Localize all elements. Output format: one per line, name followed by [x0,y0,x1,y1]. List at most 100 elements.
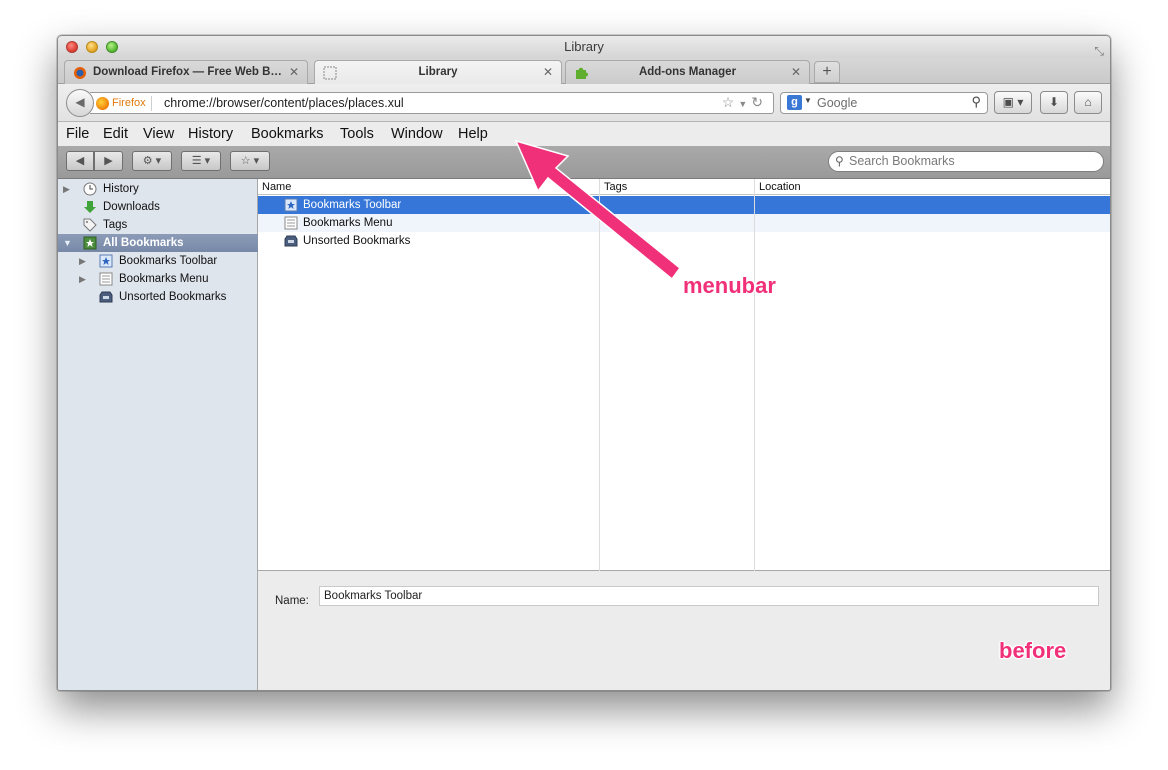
library-icon [323,66,337,80]
row-name: Unsorted Bookmarks [303,235,411,247]
column-header-tags[interactable]: Tags [600,179,755,195]
menu-history[interactable]: History [188,126,233,142]
sidebar-item-unsorted-bookmarks[interactable]: Unsorted Bookmarks [58,288,258,306]
menu-window[interactable]: Window [391,126,443,142]
bookmarks-icon: ▣ ▾ [1002,95,1024,109]
tab-addons-manager[interactable]: Add-ons Manager ✕ [565,60,810,84]
import-backup-button[interactable]: ☆ ▾ [230,151,270,171]
downloads-button[interactable]: ⬇ [1040,91,1068,114]
sidebar-item-downloads[interactable]: Downloads [58,198,258,216]
window-title: Library [564,39,604,54]
unsorted-bookmarks-icon [284,235,298,247]
sidebar-item-history[interactable]: ▶ History [58,180,258,198]
expand-twisty-icon[interactable]: ▶ [79,252,89,270]
history-dropdown-icon[interactable]: ▼ [738,99,751,109]
menu-bookmarks[interactable]: Bookmarks [251,126,324,142]
views-button[interactable]: ☰ ▾ [181,151,221,171]
url-bar[interactable]: Firefox chrome://browser/content/places/… [90,92,774,114]
search-bar[interactable]: g ▼ Google ⚲ [780,92,988,114]
back-button[interactable]: ◀ [66,89,94,117]
search-bookmarks-input[interactable]: ⚲ Search Bookmarks [828,151,1104,172]
tab-library[interactable]: Library ✕ [314,60,562,85]
title-bar: Library ⤡ [58,36,1110,58]
tab-download-firefox[interactable]: Download Firefox — Free Web B… ✕ [64,60,308,84]
column-header-location[interactable]: Location [755,179,1110,195]
close-tab-icon[interactable]: ✕ [289,61,299,83]
menu-tools[interactable]: Tools [340,126,374,142]
library-back-button[interactable]: ◀ [66,151,94,171]
details-pane: Name: Bookmarks Toolbar [258,572,1110,690]
places-sidebar: ▶ History Downloads Tags ▼ All Bookmarks… [58,179,258,690]
menu-edit[interactable]: Edit [103,126,128,142]
search-icon[interactable]: ⚲ [971,94,981,110]
name-field-label: Name: [275,595,309,607]
bookmarks-toolbar-icon [99,254,113,268]
puzzle-icon [576,67,588,79]
sidebar-item-tags[interactable]: Tags [58,216,258,234]
gear-icon: ⚙ ▾ [142,155,162,167]
name-field[interactable]: Bookmarks Toolbar [319,586,1099,606]
search-input[interactable]: Google [817,96,857,110]
close-tab-icon[interactable]: ✕ [791,61,801,83]
minimize-window-button[interactable] [86,41,98,53]
site-identity[interactable]: Firefox [96,96,152,111]
before-annotation: before [999,638,1067,663]
tab-label: Download Firefox — Free Web B… [93,66,282,78]
table-row[interactable]: Bookmarks Toolbar [258,196,1110,214]
sidebar-item-all-bookmarks[interactable]: ▼ All Bookmarks [58,234,258,252]
firefox-icon [74,67,86,79]
reload-icon[interactable]: ↻ [751,94,767,110]
sidebar-item-bookmarks-toolbar[interactable]: ▶ Bookmarks Toolbar [58,252,258,270]
tab-label: Library [418,66,458,78]
bookmark-star-icon[interactable]: ☆ [722,94,739,110]
menu-help[interactable]: Help [458,126,488,142]
menubar: File Edit View History Bookmarks Tools W… [58,122,1110,146]
close-tab-icon[interactable]: ✕ [543,61,553,83]
url-text[interactable]: chrome://browser/content/places/places.x… [164,96,404,111]
bookmarks-menu-icon [284,216,298,230]
unsorted-bookmarks-icon [99,291,113,303]
zoom-window-button[interactable] [106,41,118,53]
clock-icon [83,182,97,196]
bookmarks-toolbar-icon [284,198,298,212]
tag-icon [83,218,97,232]
menu-view[interactable]: View [143,126,174,142]
expand-twisty-icon[interactable]: ▶ [63,180,73,198]
expand-twisty-icon[interactable]: ▶ [79,270,89,288]
forward-arrow-icon: ▶ [104,155,113,167]
row-name: Bookmarks Toolbar [303,199,402,211]
download-icon: ⬇ [1048,95,1060,109]
table-row[interactable]: Unsorted Bookmarks [258,232,1110,250]
tab-label: Add-ons Manager [638,66,737,78]
tab-strip: Download Firefox — Free Web B… ✕ Library… [58,58,1110,85]
column-divider[interactable] [754,179,755,571]
list-icon: ☰ ▾ [191,155,211,167]
menu-file[interactable]: File [66,126,89,142]
organize-button[interactable]: ⚙ ▾ [132,151,172,171]
column-header-name[interactable]: Name [258,179,600,195]
row-name: Bookmarks Menu [303,217,393,229]
sidebar-item-bookmarks-menu[interactable]: ▶ Bookmarks Menu [58,270,258,288]
search-icon: ⚲ [835,154,844,168]
bookmarks-menu-icon [99,272,113,286]
library-window: Library ⤡ Download Firefox — Free Web B…… [57,35,1111,691]
navigation-bar: Firefox chrome://browser/content/places/… [58,84,1110,122]
google-icon[interactable]: g [787,95,802,110]
menubar-annotation: menubar [683,273,776,298]
new-tab-button[interactable]: + [814,61,840,83]
back-arrow-icon: ◀ [75,95,85,109]
column-divider[interactable] [599,179,600,571]
firefox-logo-icon [96,97,109,110]
library-toolbar: ◀ ▶ ⚙ ▾ ☰ ▾ ☆ ▾ ⚲ Search Bookmarks [58,146,1110,179]
back-arrow-icon: ◀ [75,155,85,167]
collapse-twisty-icon[interactable]: ▼ [63,234,73,252]
library-forward-button[interactable]: ▶ [94,151,123,171]
table-row[interactable]: Bookmarks Menu [258,214,1110,232]
home-button[interactable]: ⌂ [1074,91,1102,114]
close-window-button[interactable] [66,41,78,53]
engine-dropdown-icon[interactable]: ▼ [804,96,812,105]
bookmarks-star-icon [83,236,97,250]
bookmarks-menu-button[interactable]: ▣ ▾ [994,91,1032,114]
import-star-icon: ☆ ▾ [240,155,260,167]
download-arrow-icon [84,201,96,213]
